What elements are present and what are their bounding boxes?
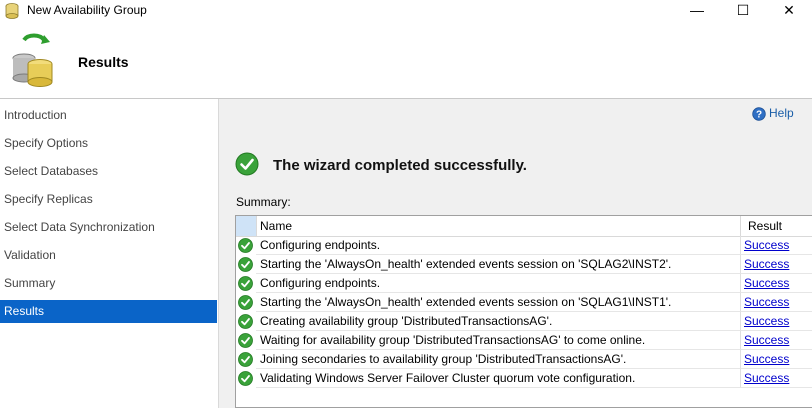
table-row[interactable]: Creating availability group 'Distributed… [236, 312, 812, 331]
row-result: Success [741, 236, 812, 255]
minimize-button[interactable]: — [674, 0, 720, 22]
result-link[interactable]: Success [744, 333, 789, 347]
results-panel: ? Help The wizard completed successfully… [219, 99, 812, 408]
nav-item-select-data-sync[interactable]: Select Data Synchronization [0, 216, 217, 239]
column-header-result[interactable]: Result [741, 216, 812, 236]
table-row[interactable]: Joining secondaries to availability grou… [236, 350, 812, 369]
success-check-icon [238, 371, 253, 386]
title-bar: New Availability Group — ☐ ✕ [0, 0, 812, 22]
row-result: Success [741, 312, 812, 331]
row-result: Success [741, 369, 812, 388]
success-check-icon [238, 257, 253, 272]
success-check-icon [238, 295, 253, 310]
row-name: Configuring endpoints. [256, 236, 741, 255]
row-name: Configuring endpoints. [256, 274, 741, 293]
nav-item-specify-options[interactable]: Specify Options [0, 132, 217, 155]
table-row[interactable]: Starting the 'AlwaysOn_health' extended … [236, 255, 812, 274]
result-link[interactable]: Success [744, 238, 789, 252]
help-link[interactable]: ? Help [752, 105, 794, 121]
table-row[interactable]: Waiting for availability group 'Distribu… [236, 331, 812, 350]
success-check-icon [238, 314, 253, 329]
nav-item-specify-replicas[interactable]: Specify Replicas [0, 188, 217, 211]
row-result: Success [741, 274, 812, 293]
row-name: Joining secondaries to availability grou… [256, 350, 741, 369]
row-name: Creating availability group 'Distributed… [256, 312, 741, 331]
result-link[interactable]: Success [744, 314, 789, 328]
nav-item-validation[interactable]: Validation [0, 244, 217, 267]
success-message: The wizard completed successfully. [273, 157, 527, 174]
row-selector-header[interactable] [236, 216, 257, 236]
grid-header: Name Result [236, 216, 812, 237]
wizard-nav: Introduction Specify Options Select Data… [0, 99, 219, 408]
page-title: Results [78, 54, 129, 70]
result-link[interactable]: Success [744, 371, 789, 385]
window-title: New Availability Group [27, 3, 147, 17]
column-header-name[interactable]: Name [256, 216, 741, 236]
maximize-button[interactable]: ☐ [720, 0, 766, 22]
success-check-icon [238, 276, 253, 291]
row-name: Validating Windows Server Failover Clust… [256, 369, 741, 388]
row-name: Starting the 'AlwaysOn_health' extended … [256, 293, 741, 312]
row-result: Success [741, 331, 812, 350]
summary-label: Summary: [236, 195, 291, 209]
results-grid[interactable]: Name Result Configuring endpoints. Succe… [235, 215, 812, 408]
svg-text:?: ? [756, 109, 762, 120]
result-link[interactable]: Success [744, 295, 789, 309]
row-result: Success [741, 350, 812, 369]
success-check-icon [238, 238, 253, 253]
table-row[interactable]: Validating Windows Server Failover Clust… [236, 369, 812, 388]
app-icon [5, 3, 19, 19]
success-check-icon [235, 152, 259, 176]
database-sync-icon [12, 33, 53, 87]
result-link[interactable]: Success [744, 257, 789, 271]
nav-item-select-databases[interactable]: Select Databases [0, 160, 217, 183]
result-link[interactable]: Success [744, 352, 789, 366]
wizard-header: Results [0, 22, 812, 98]
nav-item-summary[interactable]: Summary [0, 272, 217, 295]
help-label: Help [769, 106, 794, 120]
row-name: Starting the 'AlwaysOn_health' extended … [256, 255, 741, 274]
help-icon: ? [752, 107, 766, 121]
row-result: Success [741, 293, 812, 312]
nav-item-introduction[interactable]: Introduction [0, 104, 217, 127]
row-name: Waiting for availability group 'Distribu… [256, 331, 741, 350]
table-row[interactable]: Configuring endpoints. Success [236, 236, 812, 255]
success-check-icon [238, 333, 253, 348]
nav-item-results[interactable]: Results [0, 300, 217, 323]
table-row[interactable]: Configuring endpoints. Success [236, 274, 812, 293]
row-result: Success [741, 255, 812, 274]
table-row[interactable]: Starting the 'AlwaysOn_health' extended … [236, 293, 812, 312]
result-link[interactable]: Success [744, 276, 789, 290]
close-button[interactable]: ✕ [766, 0, 812, 22]
success-check-icon [238, 352, 253, 367]
